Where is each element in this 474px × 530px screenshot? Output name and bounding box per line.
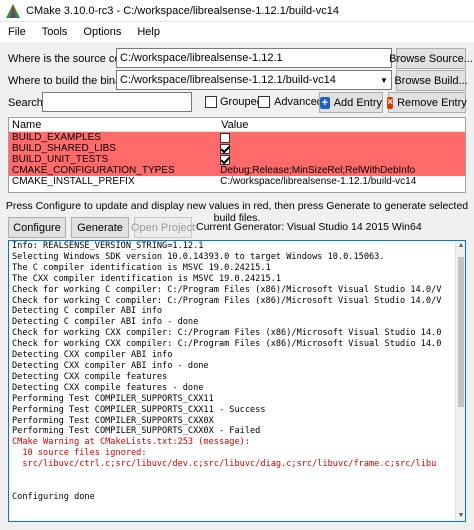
cache-entry-value-text: Debug;Release;MinSizeRel;RelWithDebInfo [220, 165, 416, 176]
log-line: src/libuvc/ctrl.c;src/libuvc/dev.c;src/l… [12, 459, 437, 470]
table-header: Name Value [9, 118, 465, 132]
table-row[interactable]: BUILD_SHARED_LIBS [9, 143, 465, 154]
log-line: Check for working C compiler: C:/Program… [12, 295, 442, 306]
log-line: Detecting CXX compiler ABI info [12, 350, 173, 361]
column-header-value[interactable]: Value [218, 118, 465, 131]
remove-entry-label: Remove Entry [397, 96, 467, 109]
log-line: Detecting C compiler ABI info [12, 306, 163, 317]
title-bar: CMake 3.10.0-rc3 - C:/workspace/libreals… [0, 0, 474, 22]
window-title: CMake 3.10.0-rc3 - C:/workspace/libreals… [26, 4, 340, 17]
advanced-checkbox[interactable] [258, 96, 270, 108]
scroll-down-icon[interactable]: ▼ [456, 511, 465, 521]
build-path-dropdown-icon[interactable]: ▼ [380, 76, 388, 85]
log-line: The C compiler identification is MSVC 19… [12, 262, 271, 273]
table-row[interactable]: BUILD_EXAMPLES [9, 132, 465, 143]
scroll-up-icon[interactable]: ▲ [456, 241, 465, 251]
browse-source-button[interactable]: Browse Source... [389, 48, 473, 69]
table-row[interactable]: BUILD_UNIT_TESTS [9, 154, 465, 165]
log-line: Selecting Windows SDK version 10.0.14393… [12, 251, 385, 262]
advanced-label: Advanced [274, 96, 323, 108]
open-project-button[interactable]: Open Project [131, 217, 195, 238]
menu-tools[interactable]: Tools [34, 26, 76, 38]
cache-entry-value[interactable] [218, 143, 465, 154]
cache-entry-value-text: C:/workspace/librealsense-1.12.1/build-v… [220, 176, 417, 187]
log-line: Configuring done [12, 491, 95, 502]
log-line: The CXX compiler identification is MSVC … [12, 273, 282, 284]
log-line: Detecting CXX compile features - done [12, 382, 204, 393]
cache-entry-value[interactable]: Debug;Release;MinSizeRel;RelWithDebInfo [218, 165, 465, 176]
log-line: Performing Test COMPILER_SUPPORTS_CXX0X [12, 415, 214, 426]
log-line: Info: REALSENSE_VERSION_STRING=1.12.1 [12, 241, 204, 251]
cmake-logo-icon [6, 3, 20, 18]
table-body: BUILD_EXAMPLES BUILD_SHARED_LIBS BUILD_UNI… [9, 132, 465, 187]
remove-icon: × [387, 96, 394, 109]
log-line: Detecting C compiler ABI info - done [12, 317, 199, 328]
remove-entry-button[interactable]: × Remove Entry [387, 92, 467, 113]
log-line: CMake Warning at CMakeLists.txt:253 (mes… [12, 437, 250, 448]
table-row[interactable]: CMAKE_CONFIGURATION_TYPES Debug;Release;M… [9, 165, 465, 176]
build-path-input[interactable]: C:/workspace/librealsense-1.12.1/build-v… [116, 70, 392, 90]
current-generator-label: Current Generator: Visual Studio 14 2015… [196, 221, 422, 233]
cache-entry-value[interactable]: C:/workspace/librealsense-1.12.1/build-v… [218, 176, 465, 187]
column-header-name[interactable]: Name [9, 118, 218, 131]
add-entry-button[interactable]: + Add Entry [319, 92, 383, 113]
log-body: Info: REALSENSE_VERSION_STRING=1.12.1 Sel… [9, 241, 465, 503]
cache-entry-checkbox[interactable] [220, 132, 231, 143]
browse-build-button[interactable]: Browse Build... [394, 70, 468, 91]
log-line: Detecting CXX compile features [12, 371, 168, 382]
log-line: Check for working CXX compiler: C:/Progr… [12, 339, 442, 350]
cache-entry-name: BUILD_UNIT_TESTS [12, 154, 109, 165]
cache-entry-checkbox[interactable] [220, 143, 231, 154]
grouped-checkbox[interactable] [205, 96, 217, 108]
search-input[interactable] [42, 92, 192, 112]
cache-entry-name: BUILD_EXAMPLES [12, 132, 101, 143]
add-entry-label: Add Entry [333, 96, 382, 109]
source-path-input[interactable]: C:/workspace/librealsense-1.12.1 [116, 48, 392, 68]
log-scrollbar[interactable]: ▲ ▼ [455, 241, 465, 521]
log-line: Performing Test COMPILER_SUPPORTS_CXX11 [12, 393, 214, 404]
log-line: 10 source files ignored: [12, 448, 147, 459]
log-line: Performing Test COMPILER_SUPPORTS_CXX0X … [12, 426, 261, 437]
menu-file[interactable]: File [0, 26, 34, 38]
scrollbar-thumb[interactable] [458, 257, 464, 407]
grouped-label: Grouped [220, 96, 263, 108]
output-log[interactable]: Info: REALSENSE_VERSION_STRING=1.12.1 Sel… [8, 240, 466, 522]
log-line: Check for working CXX compiler: C:/Progr… [12, 328, 442, 339]
menu-options[interactable]: Options [75, 26, 129, 38]
log-line: Performing Test COMPILER_SUPPORTS_CXX11 … [12, 404, 266, 415]
cache-entry-checkbox[interactable] [220, 154, 231, 165]
configure-button[interactable]: Configure [8, 217, 66, 238]
log-line: Check for working C compiler: C:/Program… [12, 284, 442, 295]
log-line: Detecting CXX compiler ABI info - done [12, 360, 209, 371]
menu-help[interactable]: Help [129, 26, 168, 38]
cache-entry-name: CMAKE_CONFIGURATION_TYPES [12, 165, 175, 176]
cache-entry-name: CMAKE_INSTALL_PREFIX [12, 176, 135, 187]
search-label: Search: [8, 97, 46, 109]
menu-bar: File Tools Options Help [0, 22, 474, 42]
cache-entry-value[interactable] [218, 132, 465, 143]
cache-entry-name: BUILD_SHARED_LIBS [12, 143, 116, 154]
generate-button[interactable]: Generate [71, 217, 129, 238]
add-icon: + [320, 96, 330, 109]
table-row[interactable]: CMAKE_INSTALL_PREFIX C:/workspace/libreal… [9, 176, 465, 187]
cache-entry-value[interactable] [218, 154, 465, 165]
cache-table: Name Value BUILD_EXAMPLES BUILD_SHARED_LI… [8, 117, 466, 193]
